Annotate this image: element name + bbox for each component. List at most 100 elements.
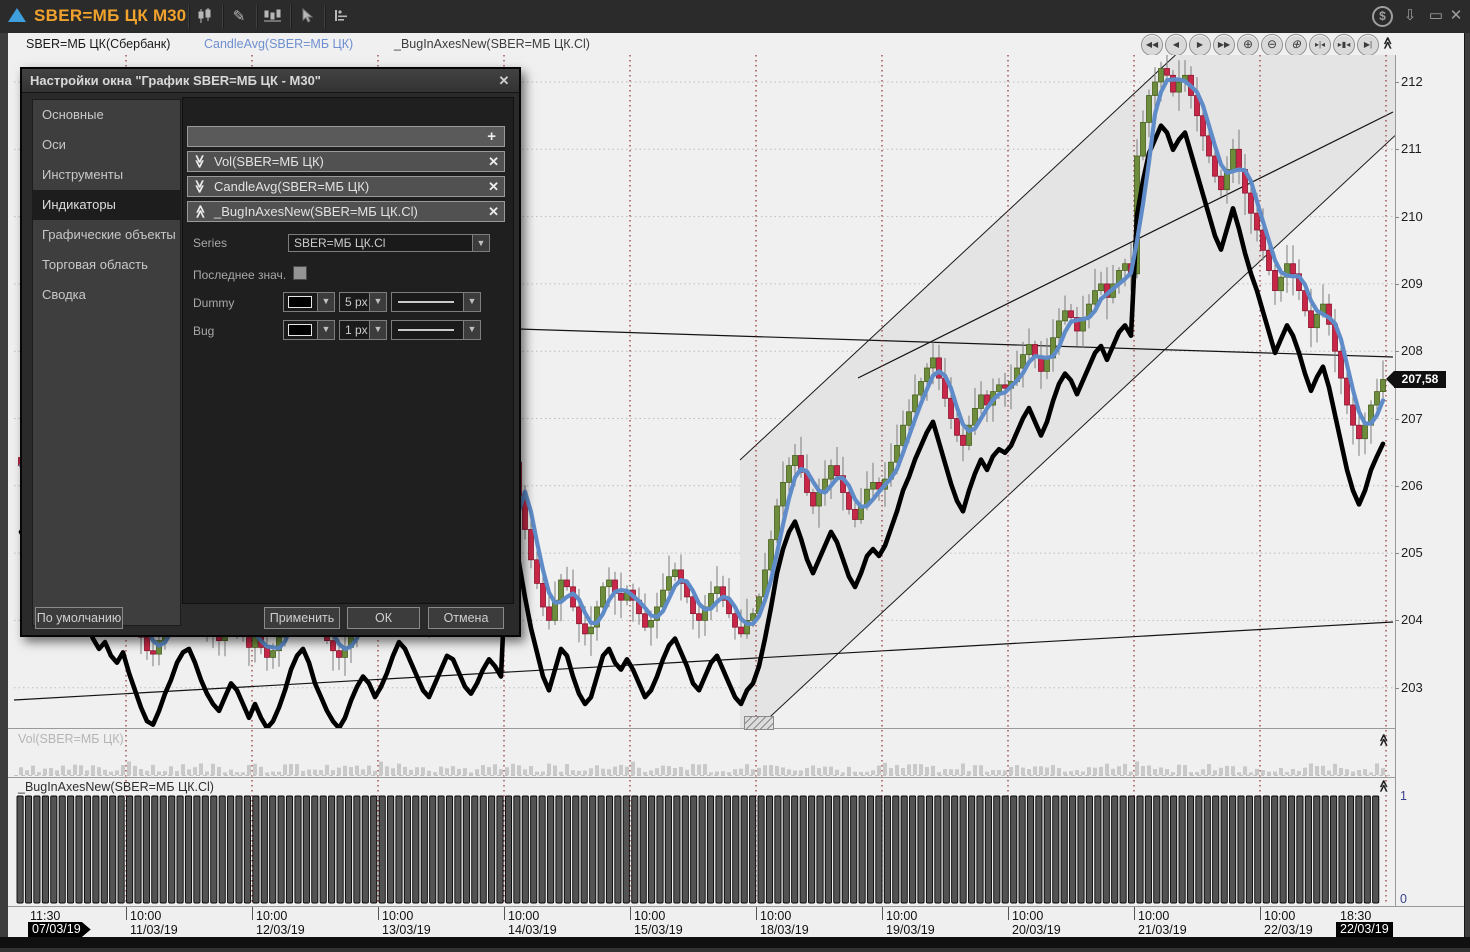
money-icon[interactable]: $ (1372, 6, 1393, 27)
scroll-fast-left-button[interactable]: ◀◀ (1141, 34, 1163, 56)
apply-button[interactable]: Применить (264, 607, 340, 629)
chevron-down-icon[interactable]: ▼ (369, 293, 386, 311)
chevron-down-icon[interactable]: ▼ (472, 235, 489, 251)
cancel-button[interactable]: Отмена (428, 607, 504, 629)
time-axis[interactable]: 11:3007/03/1910:0011/03/1910:0012/03/191… (8, 906, 1464, 938)
download-icon[interactable]: ⇩ (1398, 4, 1422, 28)
dialog-close-button[interactable]: ✕ (495, 72, 513, 90)
default-button[interactable]: По умолчанию (35, 607, 123, 629)
time-label: 10:00 (1138, 909, 1169, 923)
add-indicator-row[interactable]: + (187, 126, 505, 147)
date-label: 21/03/19 (1138, 923, 1187, 937)
pane-splitter-grip[interactable] (744, 716, 774, 730)
chevron-down-icon[interactable]: ▼ (317, 293, 334, 311)
legend-item[interactable]: _BugInAxesNew(SBER=МБ ЦК.Cl) (394, 37, 590, 51)
time-label: 10:00 (508, 909, 539, 923)
collapse-bug-pane-icon[interactable]: ≫ (1375, 779, 1391, 793)
zoom-in-button[interactable]: ⊕ (1237, 34, 1259, 56)
dummy-color-dropdown[interactable]: ▼ (283, 292, 335, 312)
price-tick-mark (1395, 419, 1399, 420)
scroll-fast-right-button[interactable]: ▶▶ (1213, 34, 1235, 56)
price-tick-label: 207 (1401, 411, 1423, 426)
tab-3[interactable]: Инструменты (33, 160, 180, 190)
date-label: 19/03/19 (886, 923, 935, 937)
date-tag: 22/03/19 (1336, 922, 1393, 937)
tab-4[interactable]: Индикаторы (33, 190, 180, 220)
settings-dialog[interactable]: Настройки окна "График SBER=МБ ЦК - М30"… (20, 67, 521, 637)
chevron-down-icon[interactable]: ▼ (463, 321, 480, 339)
price-axis-line (1395, 55, 1396, 906)
dummy-width-dropdown[interactable]: 5 px▼ (339, 292, 387, 312)
legend-bar: SBER=МБ ЦК(Сбербанк) CandleAvg(SBER=МБ ЦК… (8, 33, 1464, 56)
app-logo-icon (8, 8, 26, 22)
scroll-right-button[interactable]: ▶ (1189, 34, 1211, 56)
chevron-down-icon[interactable]: ▼ (369, 321, 386, 339)
fit-candles-button[interactable]: ▸▮◂ (1333, 34, 1355, 56)
collapse-vol-pane-icon[interactable]: ≫ (1375, 733, 1391, 747)
time-tick-mark (1260, 907, 1261, 920)
pane-splitter[interactable] (8, 777, 1395, 778)
time-tick-mark (252, 907, 253, 920)
time-label: 10:00 (256, 909, 287, 923)
time-label: 10:00 (634, 909, 665, 923)
date-label: 12/03/19 (256, 923, 305, 937)
remove-indicator-icon[interactable]: ✕ (488, 152, 499, 171)
tab-7[interactable]: Сводка (33, 280, 180, 310)
tab-2[interactable]: Оси (33, 130, 180, 160)
price-tick-mark (1395, 486, 1399, 487)
price-tick-mark (1395, 82, 1399, 83)
date-label: 22/03/19 (1264, 923, 1313, 937)
price-tick-mark (1395, 620, 1399, 621)
bug-width-dropdown[interactable]: 1 px▼ (339, 320, 387, 340)
chart-style-icon[interactable] (192, 4, 218, 29)
indicator-row[interactable]: ≫CandleAvg(SBER=МБ ЦК)✕ (187, 176, 505, 197)
tab-1[interactable]: Основные (33, 100, 180, 130)
indicator-row[interactable]: ≫ _BugInAxesNew(SBER=МБ ЦК.Cl) ✕ (187, 201, 505, 222)
tab-5[interactable]: Графические объекты (33, 220, 180, 250)
legend-item[interactable]: SBER=МБ ЦК(Сбербанк) (26, 37, 170, 51)
cursor-icon[interactable] (294, 4, 320, 29)
title-bar[interactable]: SBER=МБ ЦК М30 ✎ $ ⇩ ▭ ✕ (0, 0, 1470, 34)
dummy-style-dropdown[interactable]: ▼ (391, 292, 481, 312)
fit-horizontal-button[interactable]: ▸|◂ (1309, 34, 1331, 56)
indicator-row-label: _BugInAxesNew(SBER=МБ ЦК.Cl) (214, 202, 418, 221)
chevron-down-icon[interactable]: ▼ (317, 321, 334, 339)
scroll-left-button[interactable]: ◀ (1165, 34, 1187, 56)
price-tick-label: 206 (1401, 478, 1423, 493)
legend-item[interactable]: CandleAvg(SBER=МБ ЦК) (204, 37, 353, 51)
last-value-checkbox[interactable] (293, 266, 307, 280)
draw-pencil-icon[interactable]: ✎ (226, 4, 252, 29)
indicator-row-label: Vol(SBER=МБ ЦК) (214, 152, 324, 171)
chevron-down-icon[interactable]: ≫ (193, 177, 207, 196)
dialog-content: + ≫Vol(SBER=МБ ЦК)✕≫CandleAvg(SBER=МБ ЦК… (182, 97, 514, 604)
time-tick-mark (504, 907, 505, 920)
levels-icon[interactable] (328, 4, 354, 29)
series-dropdown[interactable]: SBER=МБ ЦК.Cl▼ (288, 234, 490, 252)
chevron-down-icon[interactable]: ≫ (193, 152, 207, 171)
zoom-out-button[interactable]: ⊖ (1261, 34, 1283, 56)
trades-tool-icon[interactable] (260, 4, 286, 29)
close-window-button[interactable]: ✕ (1444, 4, 1468, 28)
chevron-up-icon[interactable]: ≫ (193, 202, 207, 221)
ok-button[interactable]: ОК (347, 607, 420, 629)
time-label: 10:00 (1264, 909, 1295, 923)
remove-indicator-icon[interactable]: ✕ (488, 202, 499, 221)
collapse-main-pane-icon[interactable]: ≫ (1381, 36, 1394, 50)
add-indicator-icon[interactable]: + (487, 127, 496, 146)
remove-indicator-icon[interactable]: ✕ (488, 177, 499, 196)
zoom-window-button[interactable]: ⊕ (1285, 34, 1307, 56)
indicator-row[interactable]: ≫ Vol(SBER=МБ ЦК) ✕ (187, 151, 505, 172)
pane-splitter[interactable] (8, 728, 1395, 729)
bug-style-dropdown[interactable]: ▼ (391, 320, 481, 340)
time-label: 10:00 (1012, 909, 1043, 923)
window-symbol: SBER=МБ ЦК (34, 6, 148, 26)
price-tick-label: 209 (1401, 276, 1423, 291)
bug-color-dropdown[interactable]: ▼ (283, 320, 335, 340)
toolbar-separator (188, 5, 190, 28)
go-to-end-button[interactable]: ▶| (1357, 34, 1379, 56)
price-tick-mark (1395, 351, 1399, 352)
tab-6[interactable]: Торговая область (33, 250, 180, 280)
chevron-down-icon[interactable]: ▼ (463, 293, 480, 311)
dialog-title[interactable]: Настройки окна "График SBER=МБ ЦК - М30" (22, 69, 519, 93)
date-tag: 07/03/19 (28, 922, 91, 937)
